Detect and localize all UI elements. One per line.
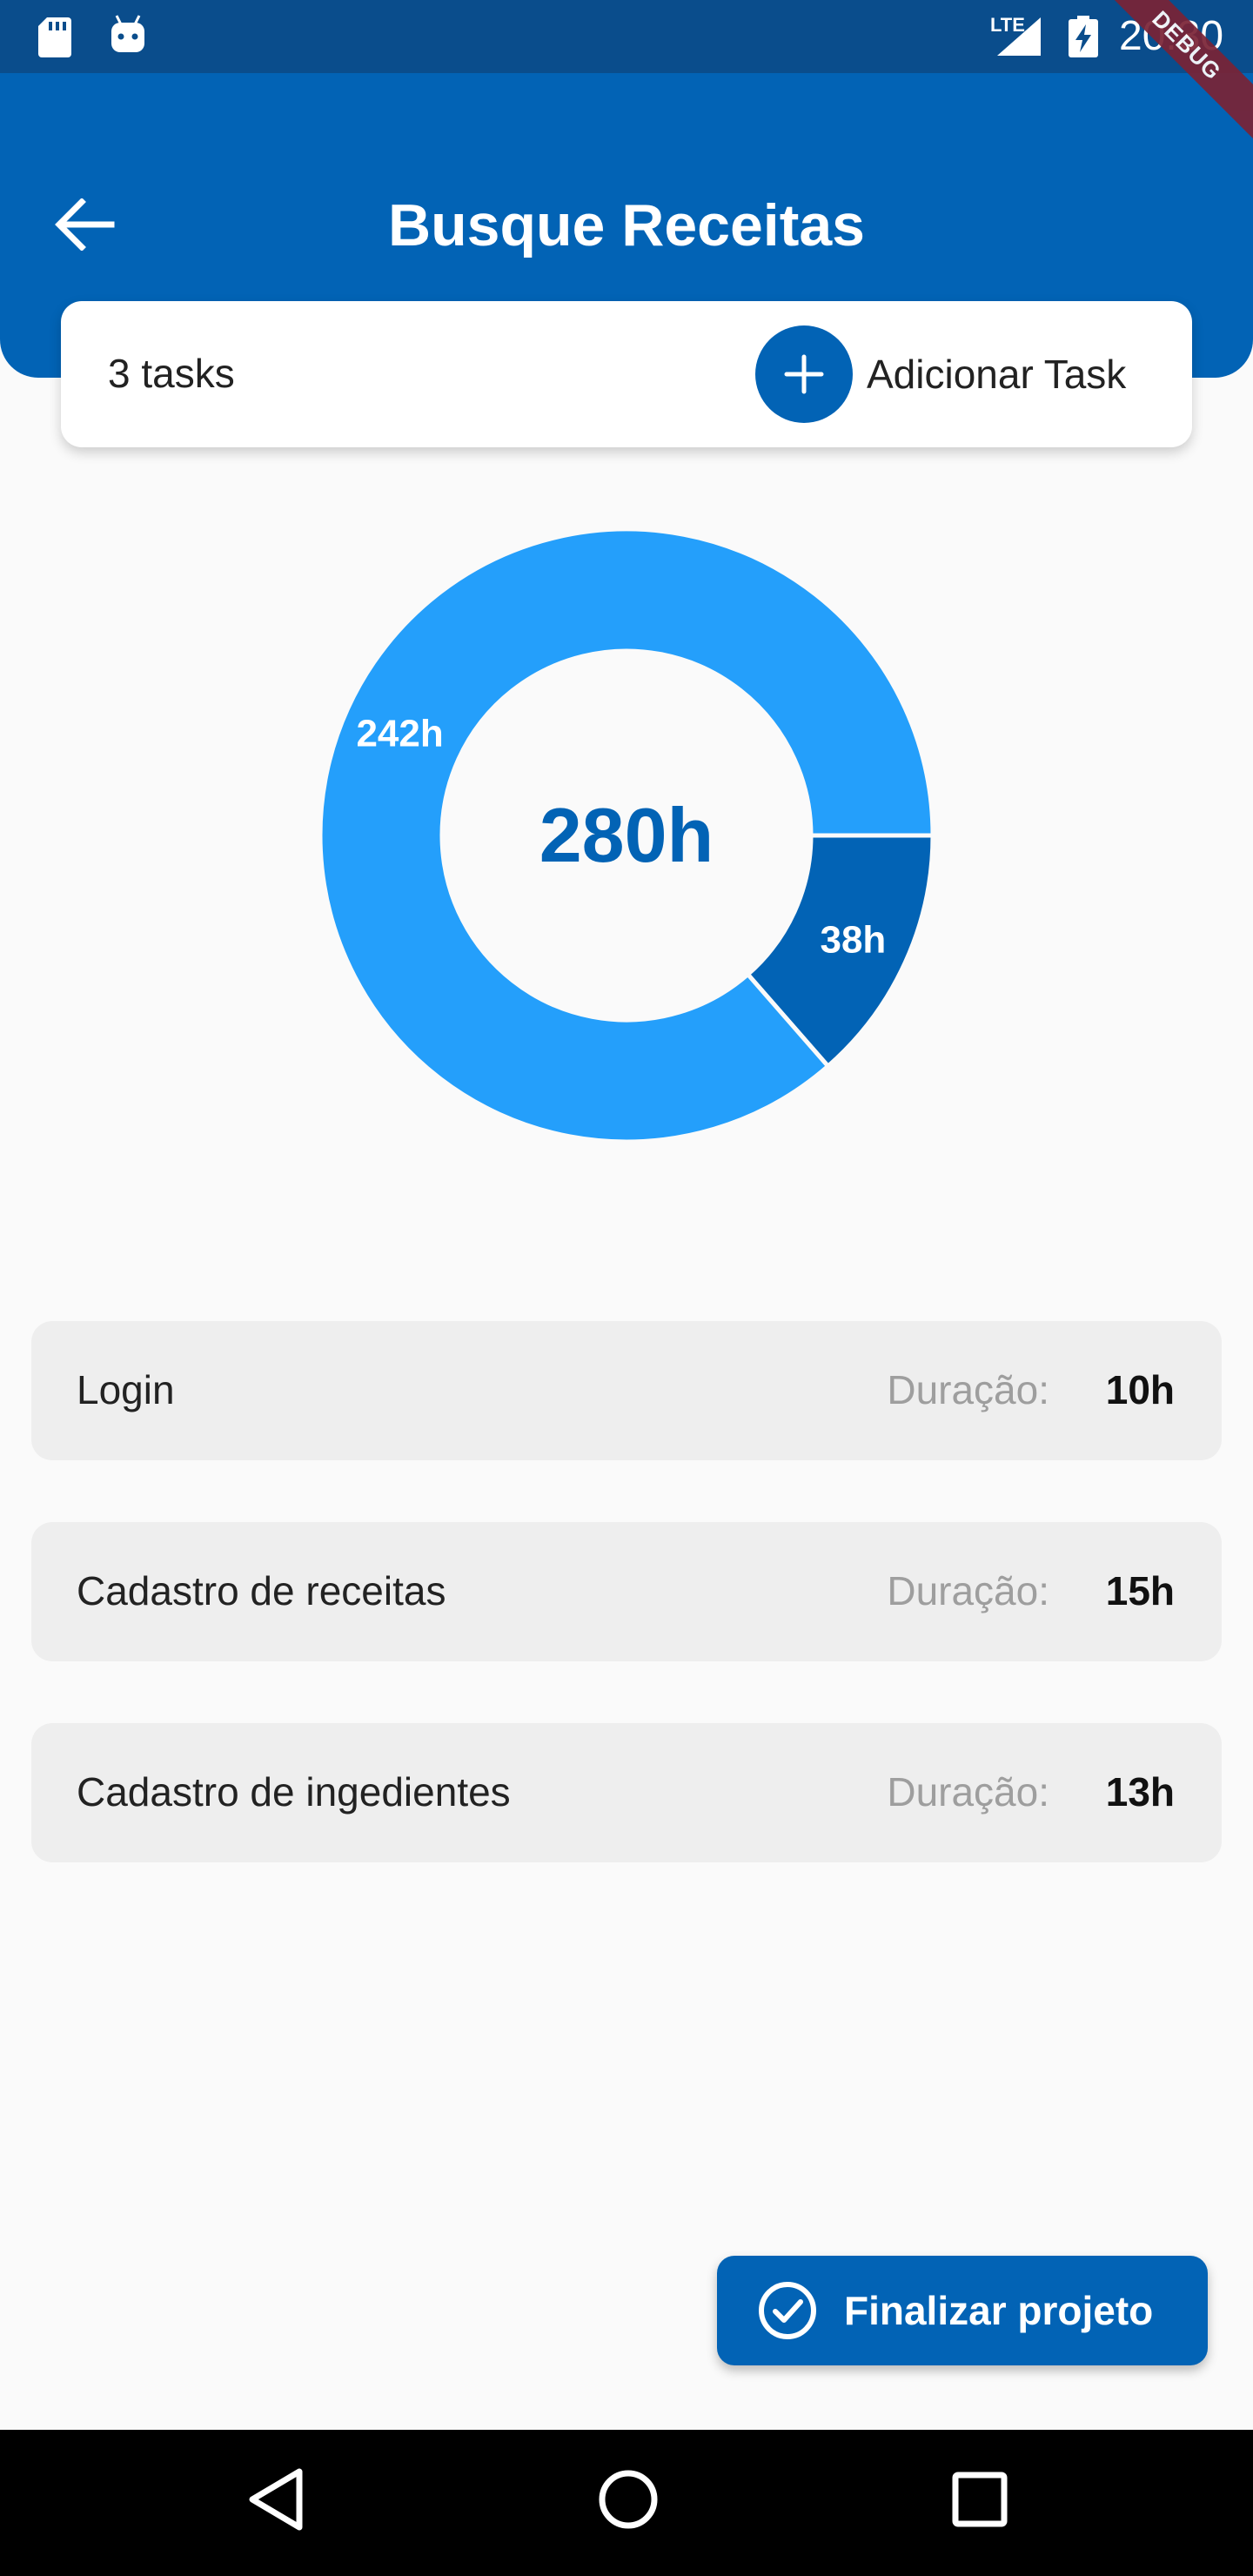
task-duration-label: Duração: (887, 1367, 1049, 1412)
finish-project-label[interactable]: Finalizar projeto (844, 2287, 1153, 2334)
add-task-button[interactable]: Adicionar Task (755, 325, 1126, 423)
task-duration-value: 13h (1105, 1769, 1175, 1815)
plus-icon (784, 354, 824, 394)
check-circle-icon (759, 2282, 816, 2339)
donut-slice-label: 242h (356, 713, 443, 755)
sd-card-icon (38, 17, 71, 57)
task-row[interactable]: Login Duração: 10h (31, 1321, 1222, 1460)
system-nav-bar (0, 2430, 1253, 2576)
task-row[interactable]: Cadastro de receitas Duração: 15h (31, 1522, 1222, 1661)
task-name: Cadastro de receitas (77, 1568, 446, 1613)
finish-project-button[interactable]: Finalizar projeto (717, 2256, 1208, 2365)
nav-home-icon[interactable] (595, 2465, 661, 2534)
nav-back-icon[interactable] (245, 2465, 308, 2534)
add-task-label[interactable]: Adicionar Task (867, 351, 1126, 398)
task-duration-label: Duração: (887, 1568, 1049, 1613)
task-duration-value: 10h (1105, 1367, 1175, 1412)
battery-charging-icon (1069, 16, 1098, 57)
task-duration-value: 15h (1105, 1568, 1175, 1613)
donut-center-total: 280h (539, 792, 714, 878)
status-bar: LTE 20:30 (0, 0, 1253, 73)
task-name: Login (77, 1367, 175, 1412)
signal-icon (997, 17, 1041, 56)
page-title: Busque Receitas (388, 192, 865, 258)
hours-donut-chart: 38h 242h 280h (318, 527, 935, 1144)
nav-recents-icon[interactable] (948, 2468, 1011, 2531)
donut-slice-label: 38h (820, 918, 886, 961)
task-row[interactable]: Cadastro de ingedientes Duração: 13h (31, 1723, 1222, 1862)
task-name: Cadastro de ingedientes (77, 1769, 511, 1815)
add-task-circle[interactable] (755, 325, 853, 423)
android-icon (111, 15, 144, 52)
task-duration-label: Duração: (887, 1769, 1049, 1815)
task-count-label: 3 tasks (108, 351, 235, 396)
task-summary-card: 3 tasks Adicionar Task (61, 301, 1192, 447)
screen: LTE 20:30 Busque Receitas DEBUG 3 tasks … (0, 0, 1253, 2576)
